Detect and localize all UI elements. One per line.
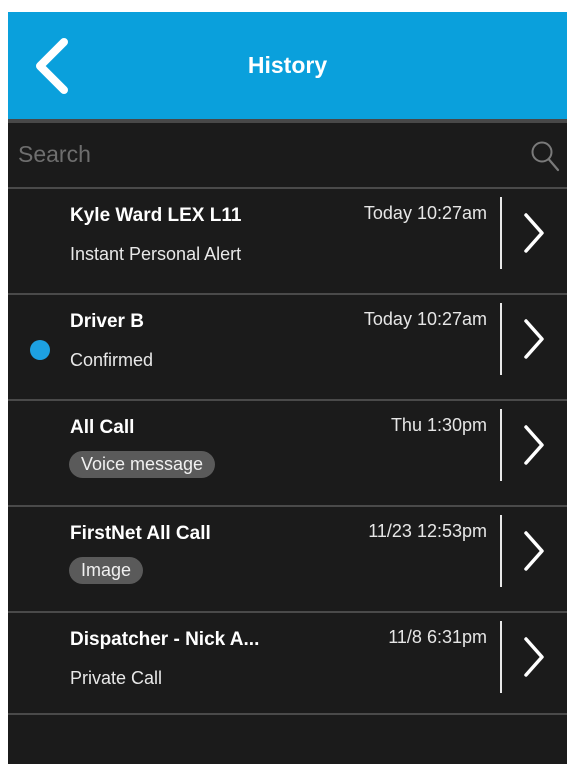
item-subtitle: Confirmed xyxy=(70,350,154,370)
unread-indicator xyxy=(30,340,50,360)
item-timestamp: Today 10:27am xyxy=(363,203,487,223)
search-bar xyxy=(8,123,567,187)
item-divider xyxy=(500,409,502,481)
item-timestamp: Thu 1:30pm xyxy=(390,415,487,435)
item-subtitle: Instant Personal Alert xyxy=(70,244,242,264)
list-end-divider xyxy=(8,713,567,715)
history-item[interactable]: All Call Thu 1:30pm Voice message xyxy=(8,399,567,505)
item-type-badge: Image xyxy=(69,557,144,584)
item-timestamp: 11/8 6:31pm xyxy=(388,627,487,647)
item-name: FirstNet All Call xyxy=(70,523,211,544)
item-type-badge: Voice message xyxy=(69,451,216,478)
item-timestamp: Today 10:27am xyxy=(363,309,487,329)
search-input[interactable] xyxy=(18,137,518,171)
app-header: History xyxy=(8,12,567,119)
chevron-right-icon[interactable] xyxy=(522,423,546,467)
history-screen: History Kyle Ward LEX L11 Today 10:27am In… xyxy=(8,12,567,764)
history-item[interactable]: Driver B Today 10:27am Confirmed xyxy=(8,293,567,399)
item-name: All Call xyxy=(70,417,135,438)
chevron-right-icon[interactable] xyxy=(522,317,546,361)
history-item[interactable]: Dispatcher - Nick A... 11/8 6:31pm Private… xyxy=(8,611,567,717)
item-name: Kyle Ward LEX L11 xyxy=(70,205,242,226)
page-title: History xyxy=(247,52,328,78)
chevron-right-icon[interactable] xyxy=(522,529,546,573)
history-list: Kyle Ward LEX L11 Today 10:27am Instant Pe… xyxy=(8,187,567,717)
search-icon[interactable] xyxy=(530,140,560,172)
item-timestamp: 11/23 12:53pm xyxy=(368,521,487,541)
item-name: Driver B xyxy=(70,311,144,332)
history-item[interactable]: Kyle Ward LEX L11 Today 10:27am Instant Pe… xyxy=(8,187,567,293)
item-divider xyxy=(500,303,502,375)
item-divider xyxy=(500,621,502,693)
item-subtitle: Private Call xyxy=(70,668,163,688)
chevron-right-icon[interactable] xyxy=(522,211,546,255)
item-divider xyxy=(500,197,502,269)
chevron-right-icon[interactable] xyxy=(522,635,546,679)
history-item[interactable]: FirstNet All Call 11/23 12:53pm Image xyxy=(8,505,567,611)
item-divider xyxy=(500,515,502,587)
item-name: Dispatcher - Nick A... xyxy=(70,629,260,650)
